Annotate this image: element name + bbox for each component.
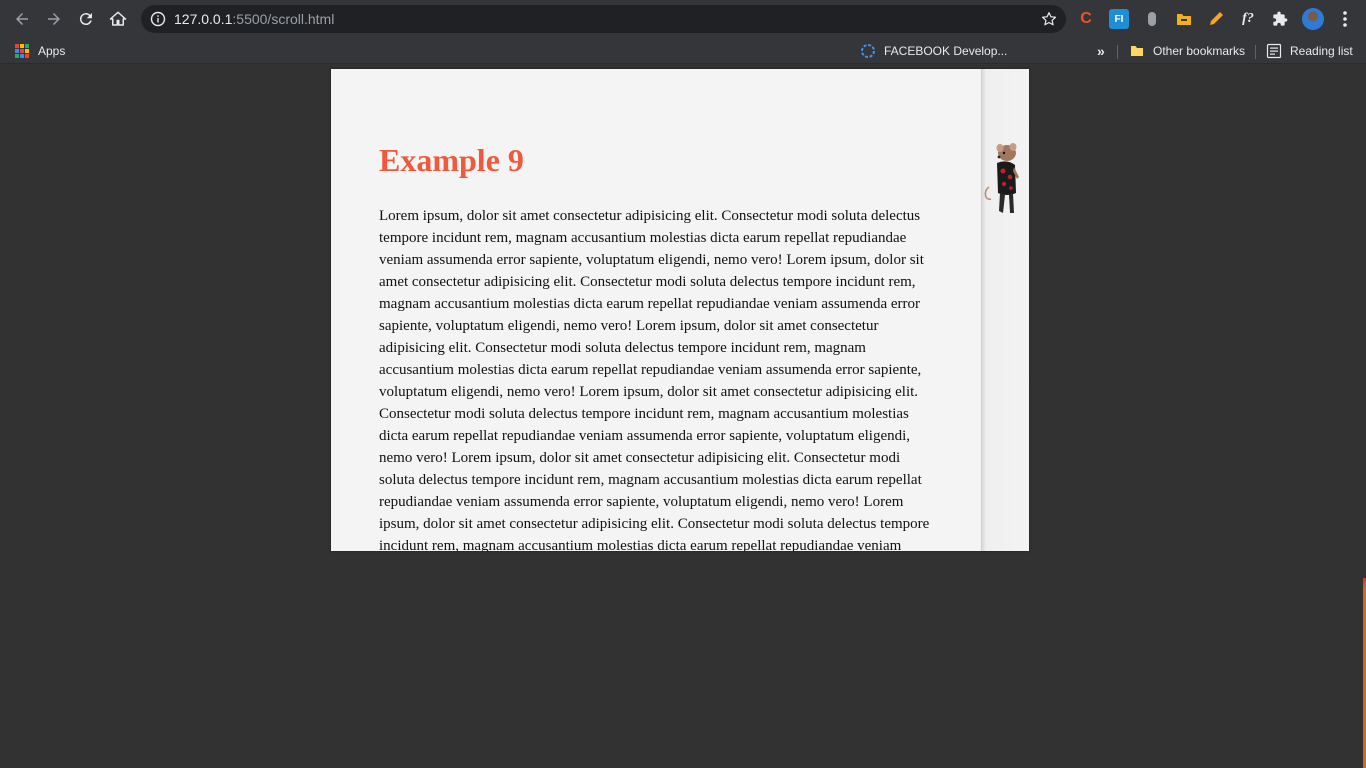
- bookmark-apps[interactable]: Apps: [15, 42, 65, 60]
- reading-list-icon: [1266, 43, 1282, 59]
- scroll-content[interactable]: Example 9 Lorem ipsum, dolor sit amet co…: [331, 69, 981, 551]
- custom-scrollbar-track[interactable]: [981, 69, 1029, 551]
- menu-dots-icon[interactable]: [1338, 9, 1352, 29]
- url-path: :5500/scroll.html: [232, 11, 335, 27]
- bookmarks-divider: [1255, 45, 1256, 59]
- lorem-paragraphs: Lorem ipsum, dolor sit amet consectetur …: [379, 205, 939, 551]
- bookmark-other-bookmarks[interactable]: Other bookmarks: [1129, 42, 1245, 60]
- formula-extension-icon[interactable]: f?: [1238, 9, 1258, 29]
- pencil-extension-icon[interactable]: [1206, 9, 1226, 29]
- home-icon: [109, 11, 127, 26]
- home-button[interactable]: [106, 7, 130, 31]
- reload-button[interactable]: [74, 7, 98, 31]
- other-bookmarks-label: Other bookmarks: [1153, 44, 1246, 58]
- back-arrow-icon: [16, 13, 28, 25]
- loading-spinner-icon: [861, 44, 875, 58]
- bookmarks-divider: [1117, 45, 1118, 59]
- url-host: 127.0.0.1: [174, 11, 233, 27]
- folder-icon: [1131, 46, 1143, 56]
- overflow-chevron-icon: »: [1097, 43, 1105, 59]
- page-heading: Example 9: [379, 142, 524, 178]
- bookmark-facebook-label: FACEBOOK Develop...: [884, 44, 1008, 58]
- puzzle-extension-icon[interactable]: [1270, 9, 1290, 29]
- address-bar[interactable]: 127.0.0.1:5500/scroll.html: [141, 5, 1066, 33]
- page-viewport: Example 9 Lorem ipsum, dolor sit amet co…: [0, 64, 1366, 768]
- reload-icon: [79, 13, 92, 26]
- bookmarks-overflow-chevron[interactable]: »: [1097, 42, 1105, 60]
- bookmark-apps-label: Apps: [38, 44, 66, 58]
- back-button[interactable]: [10, 7, 34, 31]
- folder-extension-icon[interactable]: [1174, 9, 1194, 29]
- mouse-scroll-thumb-icon[interactable]: [983, 143, 1023, 217]
- lorem-paragraph: Lorem ipsum, dolor sit amet consectetur …: [379, 450, 922, 510]
- site-info-icon[interactable]: [150, 11, 166, 27]
- apps-grid-icon: [15, 44, 29, 58]
- forward-arrow-icon: [48, 13, 60, 25]
- reading-list-button[interactable]: Reading list: [1266, 42, 1353, 60]
- scroll-demo-frame: Example 9 Lorem ipsum, dolor sit amet co…: [331, 69, 1029, 551]
- profile-avatar[interactable]: [1302, 8, 1324, 30]
- bookmarks-bar: Apps FACEBOOK Develop... » Other bookmar…: [0, 38, 1366, 64]
- url-text: 127.0.0.1:5500/scroll.html: [174, 11, 334, 27]
- browser-toolbar: 127.0.0.1:5500/scroll.html C FI f?: [0, 0, 1366, 38]
- c-extension-icon[interactable]: C: [1076, 9, 1096, 29]
- bookmark-facebook-developers[interactable]: FACEBOOK Develop...: [860, 42, 1007, 60]
- mouse-extension-icon[interactable]: [1142, 9, 1162, 29]
- forward-button[interactable]: [42, 7, 66, 31]
- bookmark-star-icon[interactable]: [1040, 10, 1058, 28]
- fi-extension-icon[interactable]: FI: [1109, 9, 1129, 29]
- reading-list-label: Reading list: [1290, 44, 1353, 58]
